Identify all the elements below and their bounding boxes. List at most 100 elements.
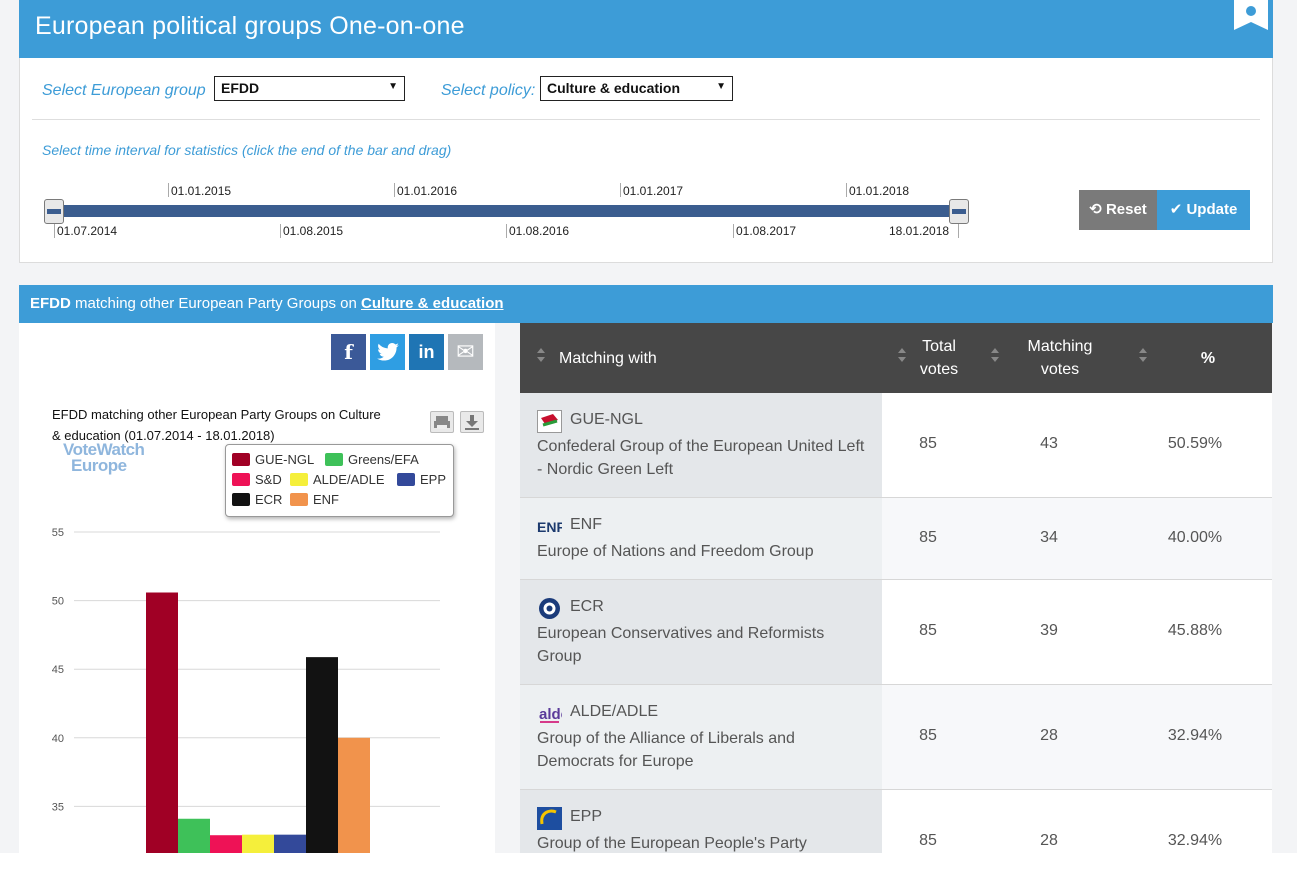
- timeline-tick-label: 01.08.2017: [736, 224, 797, 238]
- svg-text:ENF: ENF: [537, 519, 562, 535]
- group-select[interactable]: EFDD ▼: [214, 76, 405, 101]
- legend-item[interactable]: ENF: [290, 492, 339, 507]
- total-votes: 85: [919, 529, 937, 546]
- matching-votes: 34: [1040, 529, 1058, 546]
- table-row[interactable]: ENF ENF Europe of Nations and Freedom Gr…: [520, 498, 1272, 580]
- votewatch-logo: VoteWatch Europe: [63, 441, 145, 475]
- timeline-tick-label: 01.01.2015: [171, 184, 232, 198]
- policy-select-value: Culture & education: [547, 80, 681, 96]
- matching-percent: 32.94%: [1167, 832, 1223, 849]
- total-votes: 85: [919, 622, 937, 639]
- timeline-tick: [958, 224, 959, 238]
- facebook-share-button[interactable]: f: [331, 334, 366, 370]
- bar-s-d[interactable]: [210, 835, 242, 853]
- policy-select[interactable]: Culture & education ▼: [540, 76, 733, 101]
- reset-button[interactable]: ⟲ Reset: [1079, 190, 1157, 230]
- time-interval-slider[interactable]: 01.01.2015 01.01.2016 01.01.2017 01.01.2…: [44, 176, 974, 246]
- timeline-tick: [280, 224, 281, 238]
- print-icon[interactable]: [430, 411, 454, 433]
- matching-votes: 28: [1040, 727, 1058, 744]
- matching-percent: 45.88%: [1167, 622, 1223, 639]
- bar-chart: 35 40 45 50 55: [52, 527, 440, 853]
- group-name: Group of the European People's Party: [537, 835, 807, 852]
- total-votes: 85: [919, 727, 937, 744]
- y-tick-label: 55: [52, 527, 64, 539]
- twitter-icon: [376, 343, 399, 361]
- header-matching-with[interactable]: Matching with: [559, 347, 657, 370]
- interval-label: Select time interval for statistics (cli…: [42, 142, 452, 158]
- facebook-icon: f: [344, 340, 353, 364]
- filter-panel: Select European group EFDD ▼ Select poli…: [19, 58, 1273, 263]
- alde-logo-icon: alde: [539, 706, 562, 723]
- update-button[interactable]: ✔ Update: [1157, 190, 1250, 230]
- matching-percent: 40.00%: [1167, 529, 1223, 546]
- group-name: Group of the Alliance of Liberals and De…: [537, 730, 795, 770]
- legend-item[interactable]: ECR: [232, 492, 282, 507]
- matching-votes: 39: [1040, 622, 1058, 639]
- bookmark-icon[interactable]: [1234, 0, 1268, 30]
- update-button-label: Update: [1186, 201, 1238, 218]
- table-row[interactable]: alde ALDE/ADLE Group of the Alliance of …: [520, 685, 1272, 790]
- sort-icon[interactable]: [1139, 348, 1147, 362]
- ecr-logo-icon: [539, 598, 560, 619]
- timeline-start-handle[interactable]: [44, 199, 64, 224]
- total-votes: 85: [919, 832, 937, 849]
- legend-item[interactable]: EPP: [397, 472, 446, 487]
- bar-greens-efa[interactable]: [178, 818, 210, 853]
- matching-votes: 28: [1040, 832, 1058, 849]
- chevron-down-icon: ▼: [388, 81, 398, 92]
- table-row[interactable]: ECR European Conservatives and Reformist…: [520, 580, 1272, 685]
- timeline-range-bar[interactable]: [54, 205, 959, 217]
- bar-gue-ngl[interactable]: [146, 592, 178, 853]
- bar-enf[interactable]: [338, 737, 370, 853]
- legend-item[interactable]: S&D: [232, 472, 282, 487]
- header-percent[interactable]: %: [1180, 347, 1236, 370]
- timeline-tick-label: 01.08.2016: [509, 224, 570, 238]
- timeline-tick-label: 01.01.2016: [397, 184, 458, 198]
- sort-icon[interactable]: [537, 348, 545, 362]
- timeline-tick-label: 01.01.2017: [623, 184, 684, 198]
- bar-ecr[interactable]: [306, 657, 338, 853]
- header-total-votes[interactable]: Total votes: [909, 335, 969, 381]
- group-code: EPP: [570, 808, 603, 825]
- policy-select-label: Select policy:: [441, 82, 536, 99]
- matching-percent: 50.59%: [1167, 435, 1223, 452]
- download-icon[interactable]: [460, 411, 484, 433]
- timeline-tick-label: 01.08.2015: [283, 224, 344, 238]
- timeline-tick: [54, 224, 55, 238]
- bar-alde-adle[interactable]: [242, 834, 274, 853]
- table-row[interactable]: EPP Group of the European People's Party…: [520, 790, 1272, 853]
- table-row[interactable]: GUE-NGL Confederal Group of the European…: [520, 393, 1272, 498]
- email-share-button[interactable]: ✉: [448, 334, 483, 370]
- sort-icon[interactable]: [898, 348, 906, 362]
- twitter-share-button[interactable]: [370, 334, 405, 370]
- section-policy-link[interactable]: Culture & education: [361, 295, 504, 312]
- timeline-tick: [846, 183, 847, 197]
- votewatch-logo-line2: Europe: [71, 456, 127, 475]
- legend-item[interactable]: GUE-NGL: [232, 452, 314, 467]
- y-tick-label: 35: [52, 801, 64, 813]
- y-tick-label: 45: [52, 664, 64, 676]
- y-tick-label: 40: [52, 733, 64, 745]
- bar-epp[interactable]: [274, 834, 306, 853]
- legend-item[interactable]: ALDE/ADLE: [290, 472, 385, 487]
- timeline-tick-label: 18.01.2018: [889, 224, 950, 238]
- timeline-end-handle[interactable]: [949, 199, 969, 224]
- header-matching-votes[interactable]: Matching votes: [1010, 335, 1110, 381]
- reset-button-label: Reset: [1105, 201, 1147, 218]
- timeline-tick: [394, 183, 395, 197]
- table-header: Matching with Total votes Matching votes…: [520, 323, 1272, 393]
- linkedin-share-button[interactable]: in: [409, 334, 444, 370]
- legend-item[interactable]: Greens/EFA: [325, 452, 419, 467]
- group-code: ECR: [570, 598, 604, 615]
- timeline-tick: [620, 183, 621, 197]
- group-select-value: EFDD: [221, 80, 260, 96]
- enf-logo-icon: ENF: [537, 519, 562, 535]
- page-header: European political groups One-on-one: [19, 0, 1273, 58]
- divider: [32, 119, 1260, 120]
- matching-percent: 32.94%: [1167, 727, 1223, 744]
- group-code: GUE-NGL: [570, 411, 643, 428]
- y-tick-label: 50: [52, 596, 64, 608]
- timeline-tick: [733, 224, 734, 238]
- sort-icon[interactable]: [991, 348, 999, 362]
